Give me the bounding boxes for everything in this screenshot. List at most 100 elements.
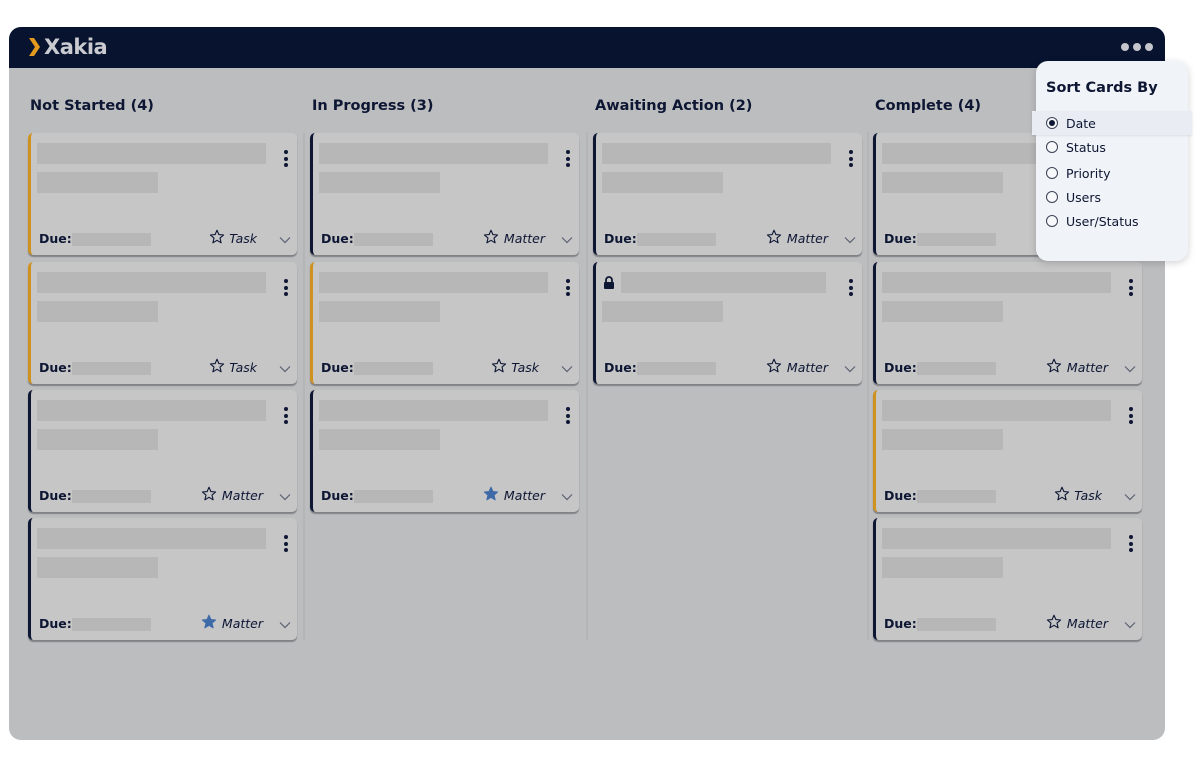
dot-icon bbox=[849, 150, 853, 154]
chevron-down-icon[interactable] bbox=[279, 365, 291, 373]
sort-option-user-status[interactable]: User/Status bbox=[1036, 209, 1188, 233]
matter-card[interactable]: Due: Matter bbox=[593, 133, 862, 255]
card-subtitle-placeholder bbox=[882, 429, 1003, 450]
card-menu-button[interactable] bbox=[281, 279, 291, 299]
card-menu-button[interactable] bbox=[1126, 535, 1136, 555]
card-type-label: Matter bbox=[503, 231, 545, 246]
star-outline-icon[interactable] bbox=[209, 358, 225, 374]
card-title-placeholder bbox=[882, 272, 1111, 293]
chevron-down-icon[interactable] bbox=[1124, 621, 1136, 629]
sort-option-label: Status bbox=[1066, 139, 1106, 155]
chevron-down-icon[interactable] bbox=[561, 493, 573, 501]
card-menu-button[interactable] bbox=[563, 150, 573, 170]
due-label: Due: bbox=[39, 360, 72, 375]
star-outline-icon[interactable] bbox=[1046, 614, 1062, 630]
due-date-placeholder bbox=[637, 233, 716, 246]
radio-selected-icon[interactable] bbox=[1046, 117, 1058, 129]
sort-option-users[interactable]: Users bbox=[1036, 185, 1188, 209]
card-menu-button[interactable] bbox=[846, 150, 856, 170]
star-outline-icon[interactable] bbox=[1054, 486, 1070, 502]
app-window: Xakia Not Started (4) Due: Task Due: Task Due… bbox=[9, 27, 1165, 740]
xakia-logo[interactable]: Xakia bbox=[29, 34, 108, 60]
task-card[interactable]: Due: Task bbox=[873, 390, 1142, 512]
matter-card[interactable]: Due: Matter bbox=[28, 390, 297, 512]
dot-icon bbox=[1129, 292, 1133, 296]
card-menu-button[interactable] bbox=[846, 279, 856, 299]
dot-icon bbox=[1129, 285, 1133, 290]
matter-card[interactable]: Due: Matter bbox=[873, 262, 1142, 384]
column-divider bbox=[867, 132, 869, 640]
matter-card[interactable]: Due: Matter bbox=[310, 133, 579, 255]
card-type-label: Matter bbox=[786, 360, 828, 375]
card-subtitle-placeholder bbox=[319, 429, 440, 450]
logo-text: Xakia bbox=[44, 35, 108, 59]
dot-icon bbox=[566, 420, 570, 424]
sort-option-date[interactable]: Date bbox=[1032, 111, 1192, 135]
sort-option-label: Priority bbox=[1066, 165, 1111, 181]
card-menu-button[interactable] bbox=[281, 407, 291, 427]
card-type-label: Task bbox=[511, 360, 539, 375]
matter-card[interactable]: Due: Matter bbox=[310, 390, 579, 512]
matter-card[interactable]: Due: Matter bbox=[873, 518, 1142, 640]
matter-card[interactable]: Due: Matter bbox=[28, 518, 297, 640]
dot-icon bbox=[1145, 43, 1153, 51]
chevron-down-icon[interactable] bbox=[844, 365, 856, 373]
dot-icon bbox=[284, 163, 288, 167]
chevron-down-icon[interactable] bbox=[279, 621, 291, 629]
radio-empty-icon[interactable] bbox=[1046, 167, 1058, 179]
star-filled-icon[interactable] bbox=[483, 486, 499, 502]
dot-icon bbox=[1129, 407, 1133, 411]
card-title-placeholder bbox=[37, 400, 266, 421]
column-divider bbox=[303, 132, 305, 640]
more-options-button[interactable] bbox=[1119, 41, 1155, 53]
dot-icon bbox=[1129, 548, 1133, 552]
chevron-down-icon[interactable] bbox=[279, 493, 291, 501]
task-card[interactable]: Due: Task bbox=[28, 133, 297, 255]
star-outline-icon[interactable] bbox=[766, 358, 782, 374]
task-card[interactable]: Due: Task bbox=[310, 262, 579, 384]
lock-icon bbox=[604, 276, 614, 289]
chevron-down-icon[interactable] bbox=[561, 236, 573, 244]
column-title: Awaiting Action (2) bbox=[595, 98, 753, 114]
dot-icon bbox=[566, 407, 570, 411]
chevron-down-icon[interactable] bbox=[279, 236, 291, 244]
chevron-down-icon[interactable] bbox=[1124, 365, 1136, 373]
card-subtitle-placeholder bbox=[602, 301, 723, 322]
star-outline-icon[interactable] bbox=[483, 229, 499, 245]
card-type-label: Matter bbox=[221, 616, 263, 631]
chevron-down-icon[interactable] bbox=[844, 236, 856, 244]
chevron-down-icon[interactable] bbox=[1124, 493, 1136, 501]
star-filled-icon[interactable] bbox=[201, 614, 217, 630]
card-menu-button[interactable] bbox=[1126, 279, 1136, 299]
due-date-placeholder bbox=[917, 233, 996, 246]
card-subtitle-placeholder bbox=[37, 172, 158, 193]
due-date-placeholder bbox=[72, 618, 151, 631]
card-menu-button[interactable] bbox=[563, 407, 573, 427]
due-date-placeholder bbox=[72, 233, 151, 246]
chevron-down-icon[interactable] bbox=[561, 365, 573, 373]
due-label: Due: bbox=[884, 231, 917, 246]
star-outline-icon[interactable] bbox=[209, 229, 225, 245]
column-title: In Progress (3) bbox=[312, 98, 434, 114]
sort-option-status[interactable]: Status bbox=[1036, 135, 1188, 159]
star-outline-icon[interactable] bbox=[491, 358, 507, 374]
star-outline-icon[interactable] bbox=[766, 229, 782, 245]
card-menu-button[interactable] bbox=[281, 535, 291, 555]
star-outline-icon[interactable] bbox=[201, 486, 217, 502]
dot-icon bbox=[1129, 541, 1133, 546]
radio-empty-icon[interactable] bbox=[1046, 215, 1058, 227]
card-title-placeholder bbox=[319, 400, 548, 421]
card-menu-button[interactable] bbox=[563, 279, 573, 299]
due-date-placeholder bbox=[72, 362, 151, 375]
matter-card[interactable]: Due: Matter bbox=[593, 262, 862, 384]
card-menu-button[interactable] bbox=[1126, 407, 1136, 427]
star-outline-icon[interactable] bbox=[1046, 358, 1062, 374]
radio-empty-icon[interactable] bbox=[1046, 191, 1058, 203]
card-menu-button[interactable] bbox=[281, 150, 291, 170]
card-type-label: Matter bbox=[786, 231, 828, 246]
card-title-placeholder bbox=[882, 528, 1111, 549]
radio-empty-icon[interactable] bbox=[1046, 141, 1058, 153]
task-card[interactable]: Due: Task bbox=[28, 262, 297, 384]
sort-option-priority[interactable]: Priority bbox=[1036, 161, 1188, 185]
card-type-label: Matter bbox=[221, 488, 263, 503]
